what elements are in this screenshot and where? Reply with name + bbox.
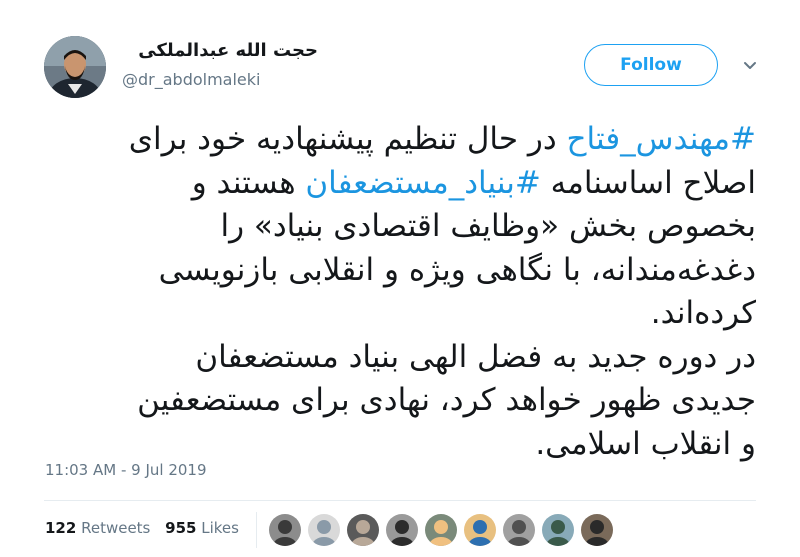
tweet-text-segment: بخصوص بخش «وظایف اقتصادی بنیاد» را [220,208,756,244]
tweet-text-line: کرده‌اند. [44,292,756,336]
follow-button[interactable]: Follow [584,44,718,86]
liker-avatar[interactable] [346,513,380,547]
tweet-text-segment: هستند و [191,164,306,201]
chevron-down-icon[interactable] [740,56,760,76]
liker-avatar[interactable] [424,513,458,547]
author-avatar-image [44,36,106,98]
liker-avatar[interactable] [463,513,497,547]
tweet-timestamp[interactable]: 11:03 AM - 9 Jul 2019 [45,461,207,479]
hashtag-link[interactable]: #بنیاد_مستضعفان [305,165,540,201]
likes-label: Likes [201,519,239,537]
tweet-text-line: اصلاح اساسنامه #بنیاد_مستضعفان هستند و [44,162,756,206]
hashtag-link[interactable]: #مهندس_فتاح [567,121,756,157]
author-username[interactable]: @dr_abdolmaleki [122,70,260,89]
tweet-text-segment: اصلاح اساسنامه [540,164,756,201]
liker-avatar[interactable] [580,513,614,547]
likes-stat[interactable]: 955 Likes [165,519,239,537]
liker-avatar[interactable] [268,513,302,547]
tweet-text-segment: دغدغه‌مندانه، با نگاهی ویژه و انقلابی با… [158,251,756,288]
author-display-name-text: حجت الله عبدالملکی [138,40,318,61]
author-avatar[interactable] [44,36,106,98]
liker-avatar[interactable] [541,513,575,547]
liker-avatar[interactable] [502,513,536,547]
tweet-card: حجت الله عبدالملکی @dr_abdolmaleki Follo… [0,0,800,557]
tweet-text-segment: کرده‌اند. [650,295,756,331]
tweet-text-line: #مهندس_فتاح در حال تنظیم پیشنهادیه خود ب… [44,118,756,162]
tweet-text: #مهندس_فتاح در حال تنظیم پیشنهادیه خود ب… [44,118,756,466]
tweet-text-segment: جدیدی ظهور خواهد کرد، نهادی برای مستضعفی… [137,382,756,418]
tweet-text-segment: در دوره جدید به فضل الهی بنیاد مستضعفان [195,338,756,375]
retweets-stat[interactable]: 122 Retweets [45,519,150,537]
tweet-stats: 122 Retweets 955 Likes [45,519,249,537]
author-display-name[interactable]: حجت الله عبدالملکی [118,40,318,61]
tweet-text-segment: و انقلاب اسلامی. [535,425,756,462]
tweet-text-line: در دوره جدید به فضل الهی بنیاد مستضعفان [44,336,756,380]
liker-avatar[interactable] [307,513,341,547]
tweet-text-line: جدیدی ظهور خواهد کرد، نهادی برای مستضعفی… [44,379,756,423]
tweet-text-line: دغدغه‌مندانه، با نگاهی ویژه و انقلابی با… [44,249,756,293]
liker-avatars [268,513,619,547]
tweet-text-line: و انقلاب اسلامی. [44,423,756,467]
stats-divider [256,512,257,548]
retweets-count: 122 [45,519,77,537]
tweet-text-line: بخصوص بخش «وظایف اقتصادی بنیاد» را [44,205,756,249]
retweets-label: Retweets [81,519,151,537]
likes-count: 955 [165,519,197,537]
divider [44,500,756,501]
liker-avatar[interactable] [385,513,419,547]
tweet-text-segment: در حال تنظیم پیشنهادیه خود برای [128,121,567,157]
